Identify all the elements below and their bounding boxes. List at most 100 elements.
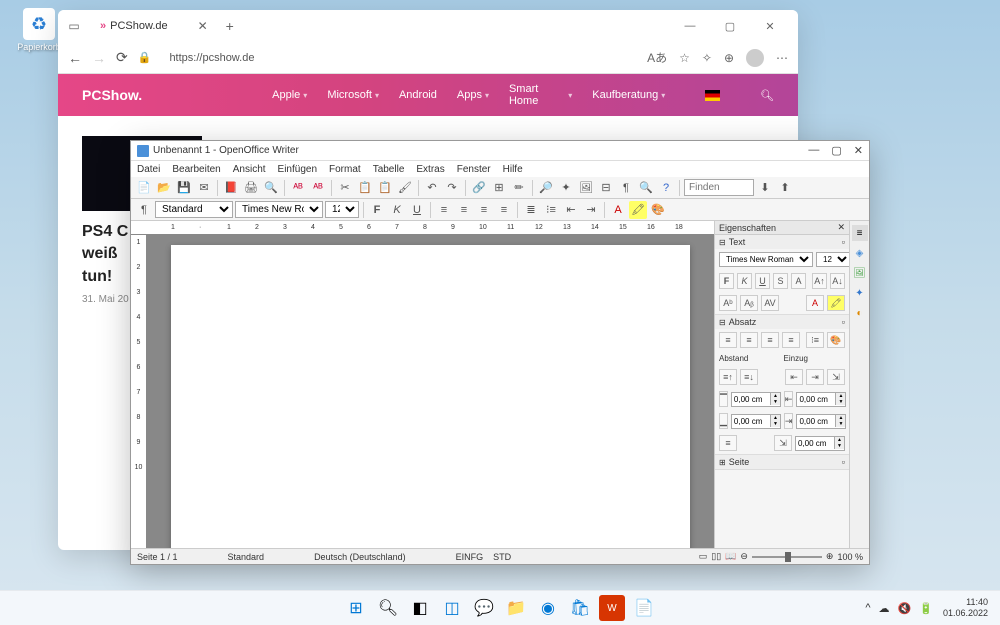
font-color-icon[interactable]: A	[806, 295, 824, 311]
collections-icon[interactable]: ✧	[702, 51, 712, 65]
menu-icon[interactable]: ⋯	[776, 51, 788, 65]
selection-mode[interactable]: STD	[493, 552, 511, 562]
spacing-icon[interactable]: AV	[761, 295, 779, 311]
indent-left-input[interactable]: ▲▼	[796, 392, 846, 407]
indent-right-input[interactable]: ▲▼	[796, 414, 846, 429]
italic-icon[interactable]: K	[388, 201, 406, 219]
writer-titlebar[interactable]: Unbenannt 1 - OpenOffice Writer — ▢ ✕	[131, 141, 869, 161]
show-hidden-icon[interactable]: ^	[865, 602, 870, 615]
bold-icon[interactable]: F	[719, 273, 734, 289]
cut-icon[interactable]: ✂	[336, 179, 354, 197]
site-logo[interactable]: PCShow.	[82, 87, 142, 103]
gallery-icon[interactable]: 🖼	[577, 179, 595, 197]
align-center-icon[interactable]: ≡	[455, 201, 473, 219]
first-line-icon[interactable]: ⇲	[774, 435, 792, 451]
menu-einfuegen[interactable]: Einfügen	[278, 164, 317, 175]
find-prev-icon[interactable]: ⬆	[776, 179, 794, 197]
view-layout-icon[interactable]: ▯▯	[711, 551, 721, 562]
menu-fenster[interactable]: Fenster	[457, 164, 491, 175]
view-layout-icon[interactable]: ▭	[699, 551, 708, 562]
search-icon[interactable]: 🔍︎	[760, 89, 774, 102]
gallery-tab-icon[interactable]: 🖼	[852, 265, 868, 281]
menu-extras[interactable]: Extras	[416, 164, 444, 175]
page-scroll-area[interactable]	[147, 235, 714, 548]
indent-less-icon[interactable]: ⇤	[562, 201, 580, 219]
strike-icon[interactable]: S	[773, 273, 788, 289]
bullet-list-icon[interactable]: ⁝≡	[542, 201, 560, 219]
dec-indent-icon[interactable]: ⇤	[785, 369, 803, 385]
props-font-select[interactable]: Times New Roman	[719, 252, 813, 267]
maximize-button[interactable]: ▢	[831, 144, 841, 157]
style-indicator[interactable]: Standard	[228, 552, 265, 562]
store-icon[interactable]: 🛍	[567, 595, 593, 621]
nav-smart-home[interactable]: Smart Home▾	[509, 83, 572, 107]
autospell-icon[interactable]: ᴬᴮ	[309, 179, 327, 197]
spellcheck-icon[interactable]: ᴬᴮ	[289, 179, 307, 197]
save-icon[interactable]: 💾	[175, 179, 193, 197]
address-bar[interactable]: https://pcshow.de	[161, 52, 637, 64]
redo-icon[interactable]: ↷	[443, 179, 461, 197]
superscript-icon[interactable]: Aᵇ	[719, 295, 737, 311]
align-right-icon[interactable]: ≡	[475, 201, 493, 219]
forward-button[interactable]: →	[92, 50, 106, 66]
paragraph-style-select[interactable]: Standard	[155, 201, 233, 218]
inc-indent-icon[interactable]: ⇥	[806, 369, 824, 385]
copy-icon[interactable]: 📋	[356, 179, 374, 197]
paste-icon[interactable]: 📋	[376, 179, 394, 197]
export-pdf-icon[interactable]: 📕	[222, 179, 240, 197]
dec-space-above-icon[interactable]: ≡↓	[740, 369, 758, 385]
chat-icon[interactable]: 💬	[471, 595, 497, 621]
shadow-icon[interactable]: A	[791, 273, 806, 289]
props-size-select[interactable]: 12	[816, 252, 851, 267]
view-layout-icon[interactable]: 📖	[725, 551, 736, 562]
nav-apple[interactable]: Apple▾	[272, 89, 307, 101]
collapse-icon[interactable]: ⊟	[719, 318, 726, 327]
format-paint-icon[interactable]: 🖌	[396, 179, 414, 197]
menu-tabelle[interactable]: Tabelle	[373, 164, 405, 175]
zoom-slider[interactable]: ▭ ▯▯ 📖 ⊖ ⊕ 100 %	[699, 551, 863, 562]
edge-icon[interactable]: ◉	[535, 595, 561, 621]
align-justify-icon[interactable]: ≡	[782, 332, 800, 348]
highlight-icon[interactable]: 🖍	[629, 201, 647, 219]
page-indicator[interactable]: Seite 1 / 1	[137, 552, 178, 562]
align-left-icon[interactable]: ≡	[719, 332, 737, 348]
data-sources-icon[interactable]: ⊟	[597, 179, 615, 197]
bold-icon[interactable]: F	[368, 201, 386, 219]
vertical-ruler[interactable]: 12345678910	[131, 235, 147, 548]
indent-more-icon[interactable]: ⇥	[582, 201, 600, 219]
volume-icon[interactable]: 🔇	[898, 602, 912, 615]
space-above-icon[interactable]: ▔	[719, 391, 728, 407]
nav-kaufberatung[interactable]: Kaufberatung▾	[592, 89, 665, 101]
minimize-button[interactable]: —	[670, 11, 710, 41]
clock[interactable]: 11:40 01.06.2022	[943, 597, 988, 619]
numbered-list-icon[interactable]: ≣	[522, 201, 540, 219]
more-icon[interactable]: ▫	[842, 457, 845, 467]
maximize-button[interactable]: ▢	[710, 11, 750, 41]
align-right-icon[interactable]: ≡	[761, 332, 779, 348]
profile-avatar[interactable]	[746, 49, 764, 67]
browser-tab[interactable]: » PCShow.de ✕	[90, 12, 218, 40]
font-size-select[interactable]: 12	[325, 201, 359, 218]
print-icon[interactable]: 🖨	[242, 179, 260, 197]
new-tab-button[interactable]: +	[226, 18, 234, 34]
onedrive-icon[interactable]: ☁	[879, 602, 890, 615]
menu-format[interactable]: Format	[329, 164, 361, 175]
space-below-input[interactable]: ▲▼	[731, 414, 781, 429]
grow-font-icon[interactable]: A↑	[812, 273, 827, 289]
functions-tab-icon[interactable]: ◐	[852, 305, 868, 321]
expand-icon[interactable]: ⊞	[719, 458, 726, 467]
language-indicator[interactable]: Deutsch (Deutschland)	[314, 552, 406, 562]
zoom-value[interactable]: 100 %	[837, 552, 863, 562]
document-page[interactable]	[171, 245, 690, 548]
shrink-font-icon[interactable]: A↓	[830, 273, 845, 289]
nav-microsoft[interactable]: Microsoft▾	[327, 89, 379, 101]
recycle-bin[interactable]: Papierkorb	[15, 8, 63, 52]
indent-right-icon[interactable]: ⇥	[784, 413, 794, 429]
navigator-tab-icon[interactable]: ✦	[852, 285, 868, 301]
battery-icon[interactable]: 🔋	[919, 602, 933, 615]
subscript-icon[interactable]: Aᵦ	[740, 295, 758, 311]
collapse-icon[interactable]: ⊟	[719, 238, 726, 247]
minimize-button[interactable]: —	[808, 144, 819, 157]
close-panel-icon[interactable]: ✕	[837, 222, 845, 233]
align-left-icon[interactable]: ≡	[435, 201, 453, 219]
